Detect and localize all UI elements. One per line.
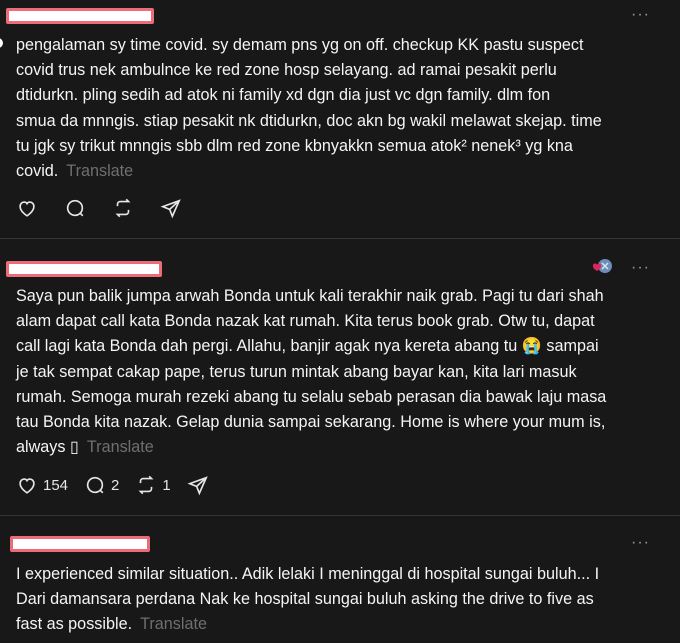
post-1: ··· pengalaman sy time covid. sy demam p…	[0, 0, 680, 238]
post-body: pengalaman sy time covid. sy demam pns y…	[16, 36, 602, 181]
thread-connector	[0, 38, 3, 48]
translate-link[interactable]: Translate	[66, 162, 133, 180]
comment-icon	[86, 476, 104, 494]
heart-icon	[19, 201, 35, 217]
post-body: I experienced similar situation.. Adik l…	[16, 565, 600, 634]
avatar-badge-icon	[592, 257, 614, 275]
post-body: Saya pun balik jumpa arwah Bonda untuk k…	[16, 287, 607, 457]
reply-count: 2	[111, 476, 120, 494]
post-2: ··· Saya pun balik jumpa arwah Bonda unt…	[0, 239, 680, 515]
heart-icon	[19, 478, 35, 494]
comment-icon	[66, 199, 84, 217]
reply-button[interactable]: 2	[84, 474, 119, 496]
post-actions: 154 2 1	[16, 473, 225, 497]
share-button[interactable]	[160, 197, 182, 219]
reply-button[interactable]	[64, 197, 86, 219]
repost-button[interactable]	[112, 197, 134, 219]
share-button[interactable]	[187, 474, 209, 496]
like-count: 154	[43, 476, 69, 494]
post-actions	[16, 196, 198, 220]
more-options-button[interactable]: ···	[631, 534, 650, 552]
repost-count: 1	[162, 476, 171, 494]
more-options-button[interactable]: ···	[631, 6, 650, 24]
post-3: ··· I experienced similar situation.. Ad…	[0, 516, 680, 643]
translate-link[interactable]: Translate	[140, 615, 207, 633]
repost-icon	[115, 198, 131, 218]
like-button[interactable]: 154	[16, 474, 68, 496]
send-icon	[187, 476, 208, 496]
repost-icon	[138, 475, 154, 495]
redacted-username	[6, 8, 154, 24]
post-text: Saya pun balik jumpa arwah Bonda untuk k…	[16, 284, 662, 460]
like-button[interactable]	[16, 197, 38, 219]
post-text: pengalaman sy time covid. sy demam pns y…	[16, 33, 662, 184]
redacted-username	[6, 261, 162, 277]
send-icon	[160, 199, 181, 219]
translate-link[interactable]: Translate	[87, 438, 154, 456]
redacted-username	[10, 536, 150, 552]
repost-button[interactable]: 1	[135, 474, 171, 496]
post-text: I experienced similar situation.. Adik l…	[16, 562, 662, 638]
more-options-button[interactable]: ···	[631, 259, 650, 277]
